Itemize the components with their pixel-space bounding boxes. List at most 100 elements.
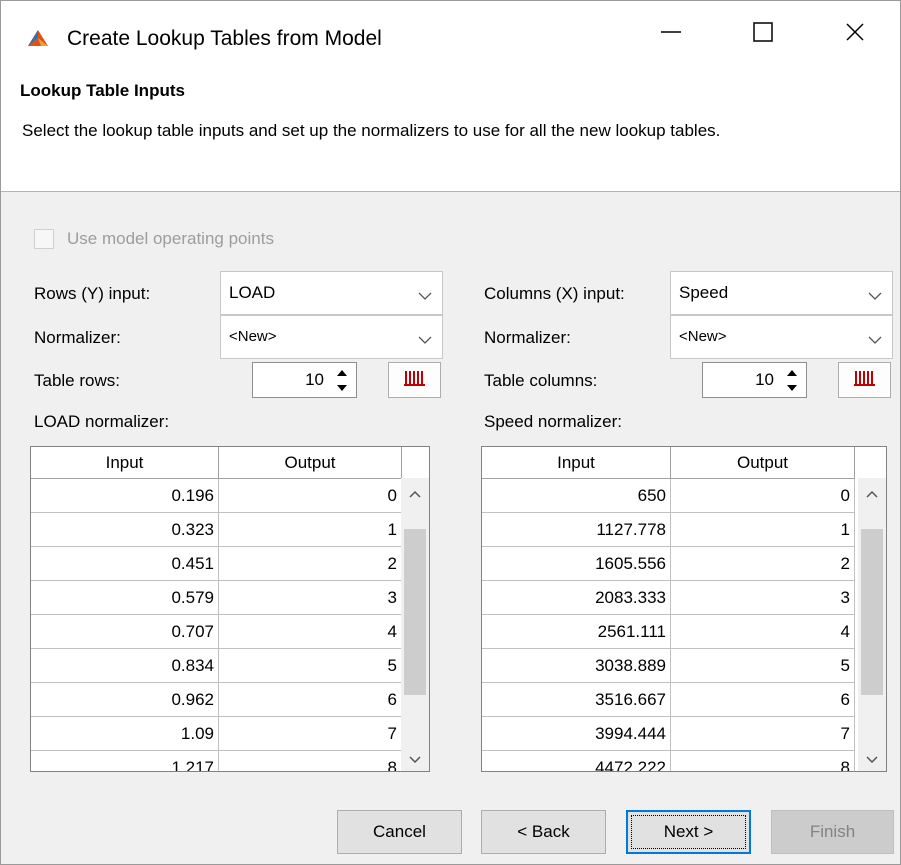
table-row[interactable]: 4472.222 8 xyxy=(482,751,855,771)
table-row[interactable]: 1.217 8 xyxy=(31,751,402,771)
back-button[interactable]: < Back xyxy=(481,810,606,854)
scroll-up-icon[interactable] xyxy=(858,482,886,506)
table-cell-output[interactable]: 0 xyxy=(671,479,855,513)
table-cell-input[interactable]: 1.217 xyxy=(31,751,219,771)
page-title: Lookup Table Inputs xyxy=(20,81,185,100)
table-cell-input[interactable]: 1605.556 xyxy=(482,547,671,581)
table-row[interactable]: 3516.667 6 xyxy=(482,683,855,717)
table-cell-input[interactable]: 0.579 xyxy=(31,581,219,615)
table-cell-input[interactable]: 0.323 xyxy=(31,513,219,547)
table-row[interactable]: 1127.778 1 xyxy=(482,513,855,547)
table-cell-input[interactable]: 1.09 xyxy=(31,717,219,751)
table-row[interactable]: 1.09 7 xyxy=(31,717,402,751)
column-header-input[interactable]: Input xyxy=(482,447,671,479)
table-cell-input[interactable]: 0.834 xyxy=(31,649,219,683)
next-button[interactable]: Next > xyxy=(626,810,751,854)
scroll-down-icon[interactable] xyxy=(401,748,429,771)
table-cell-input[interactable]: 4472.222 xyxy=(482,751,671,771)
columns-normalizer-label: Normalizer: xyxy=(484,328,571,347)
table-cell-input[interactable]: 0.707 xyxy=(31,615,219,649)
table-cell-input[interactable]: 0.962 xyxy=(31,683,219,717)
maximize-button[interactable] xyxy=(717,1,809,63)
minimize-button[interactable] xyxy=(625,1,717,63)
table-cell-output[interactable]: 5 xyxy=(671,649,855,683)
table-row[interactable]: 0.451 2 xyxy=(31,547,402,581)
rows-input-label: Rows (Y) input: xyxy=(34,284,151,303)
table-cell-output[interactable]: 4 xyxy=(219,615,402,649)
table-rows-spinner[interactable]: 10 xyxy=(252,362,357,398)
table-cell-output[interactable]: 7 xyxy=(219,717,402,751)
table-cell-output[interactable]: 6 xyxy=(671,683,855,717)
table-row[interactable]: 3994.444 7 xyxy=(482,717,855,751)
scroll-up-icon[interactable] xyxy=(401,482,429,506)
spin-up-icon[interactable] xyxy=(780,365,804,380)
table-row[interactable]: 0.196 0 xyxy=(31,479,402,513)
table-cell-output[interactable]: 1 xyxy=(219,513,402,547)
spin-up-icon[interactable] xyxy=(330,365,354,380)
table-row[interactable]: 2083.333 3 xyxy=(482,581,855,615)
table-row[interactable]: 0.707 4 xyxy=(31,615,402,649)
table-row[interactable]: 0.962 6 xyxy=(31,683,402,717)
table-cell-output[interactable]: 3 xyxy=(671,581,855,615)
table-row[interactable]: 650 0 xyxy=(482,479,855,513)
table-cell-input[interactable]: 650 xyxy=(482,479,671,513)
table-cell-input[interactable]: 2083.333 xyxy=(482,581,671,615)
table-rows-value: 10 xyxy=(305,370,324,389)
rows-normalizer-title: LOAD normalizer: xyxy=(34,412,170,431)
table-cell-output[interactable]: 5 xyxy=(219,649,402,683)
table-row[interactable]: 0.323 1 xyxy=(31,513,402,547)
table-cell-input[interactable]: 2561.111 xyxy=(482,615,671,649)
columns-normalizer-dropdown[interactable]: <New> xyxy=(670,315,893,359)
table-row[interactable]: 0.579 3 xyxy=(31,581,402,615)
table-cell-output[interactable]: 1 xyxy=(671,513,855,547)
table-cell-input[interactable]: 3994.444 xyxy=(482,717,671,751)
table-cell-input[interactable]: 3038.889 xyxy=(482,649,671,683)
columns-table-scrollbar[interactable] xyxy=(858,478,886,771)
column-header-input[interactable]: Input xyxy=(31,447,219,479)
chevron-down-icon xyxy=(868,332,882,350)
table-cell-output[interactable]: 6 xyxy=(219,683,402,717)
table-cell-output[interactable]: 8 xyxy=(219,751,402,771)
columns-normalizer-value: <New> xyxy=(679,328,727,345)
columns-normalizer-table[interactable]: Input Output 650 0 1127.778 1 1605.556 2… xyxy=(481,446,887,772)
finish-button[interactable]: Finish xyxy=(771,810,894,854)
columns-input-dropdown[interactable]: Speed xyxy=(670,271,893,315)
cancel-button[interactable]: Cancel xyxy=(337,810,462,854)
close-icon xyxy=(845,22,865,42)
close-button[interactable] xyxy=(809,1,900,63)
rows-input-dropdown[interactable]: LOAD xyxy=(220,271,443,315)
table-columns-spinner[interactable]: 10 xyxy=(702,362,807,398)
table-row[interactable]: 0.834 5 xyxy=(31,649,402,683)
table-cell-output[interactable]: 8 xyxy=(671,751,855,771)
table-cell-input[interactable]: 1127.778 xyxy=(482,513,671,547)
table-cell-output[interactable]: 3 xyxy=(219,581,402,615)
table-cell-output[interactable]: 2 xyxy=(219,547,402,581)
table-row[interactable]: 3038.889 5 xyxy=(482,649,855,683)
table-cell-output[interactable]: 4 xyxy=(671,615,855,649)
table-row[interactable]: 2561.111 4 xyxy=(482,615,855,649)
table-row[interactable]: 1605.556 2 xyxy=(482,547,855,581)
table-cell-output[interactable]: 0 xyxy=(219,479,402,513)
focus-rectangle xyxy=(631,815,746,849)
table-cell-output[interactable]: 7 xyxy=(671,717,855,751)
table-rows-label: Table rows: xyxy=(34,371,120,390)
rows-input-value: LOAD xyxy=(229,283,276,302)
spin-down-icon[interactable] xyxy=(330,380,354,395)
rows-normalizer-dropdown[interactable]: <New> xyxy=(220,315,443,359)
columns-normalizer-edit-button[interactable] xyxy=(838,362,891,398)
use-operating-points-checkbox[interactable] xyxy=(34,229,54,249)
table-cell-input[interactable]: 0.451 xyxy=(31,547,219,581)
table-cell-input[interactable]: 0.196 xyxy=(31,479,219,513)
table-cell-output[interactable]: 2 xyxy=(671,547,855,581)
matlab-logo-icon xyxy=(27,27,49,49)
table-cell-input[interactable]: 3516.667 xyxy=(482,683,671,717)
spin-down-icon[interactable] xyxy=(780,380,804,395)
rows-normalizer-table[interactable]: Input Output 0.196 0 0.323 1 0.451 2 0.5… xyxy=(30,446,430,772)
scroll-down-icon[interactable] xyxy=(858,748,886,771)
scroll-thumb[interactable] xyxy=(404,529,426,695)
column-header-output[interactable]: Output xyxy=(671,447,855,479)
rows-table-scrollbar[interactable] xyxy=(401,478,429,771)
rows-normalizer-edit-button[interactable] xyxy=(388,362,441,398)
scroll-thumb[interactable] xyxy=(861,529,883,695)
column-header-output[interactable]: Output xyxy=(219,447,402,479)
